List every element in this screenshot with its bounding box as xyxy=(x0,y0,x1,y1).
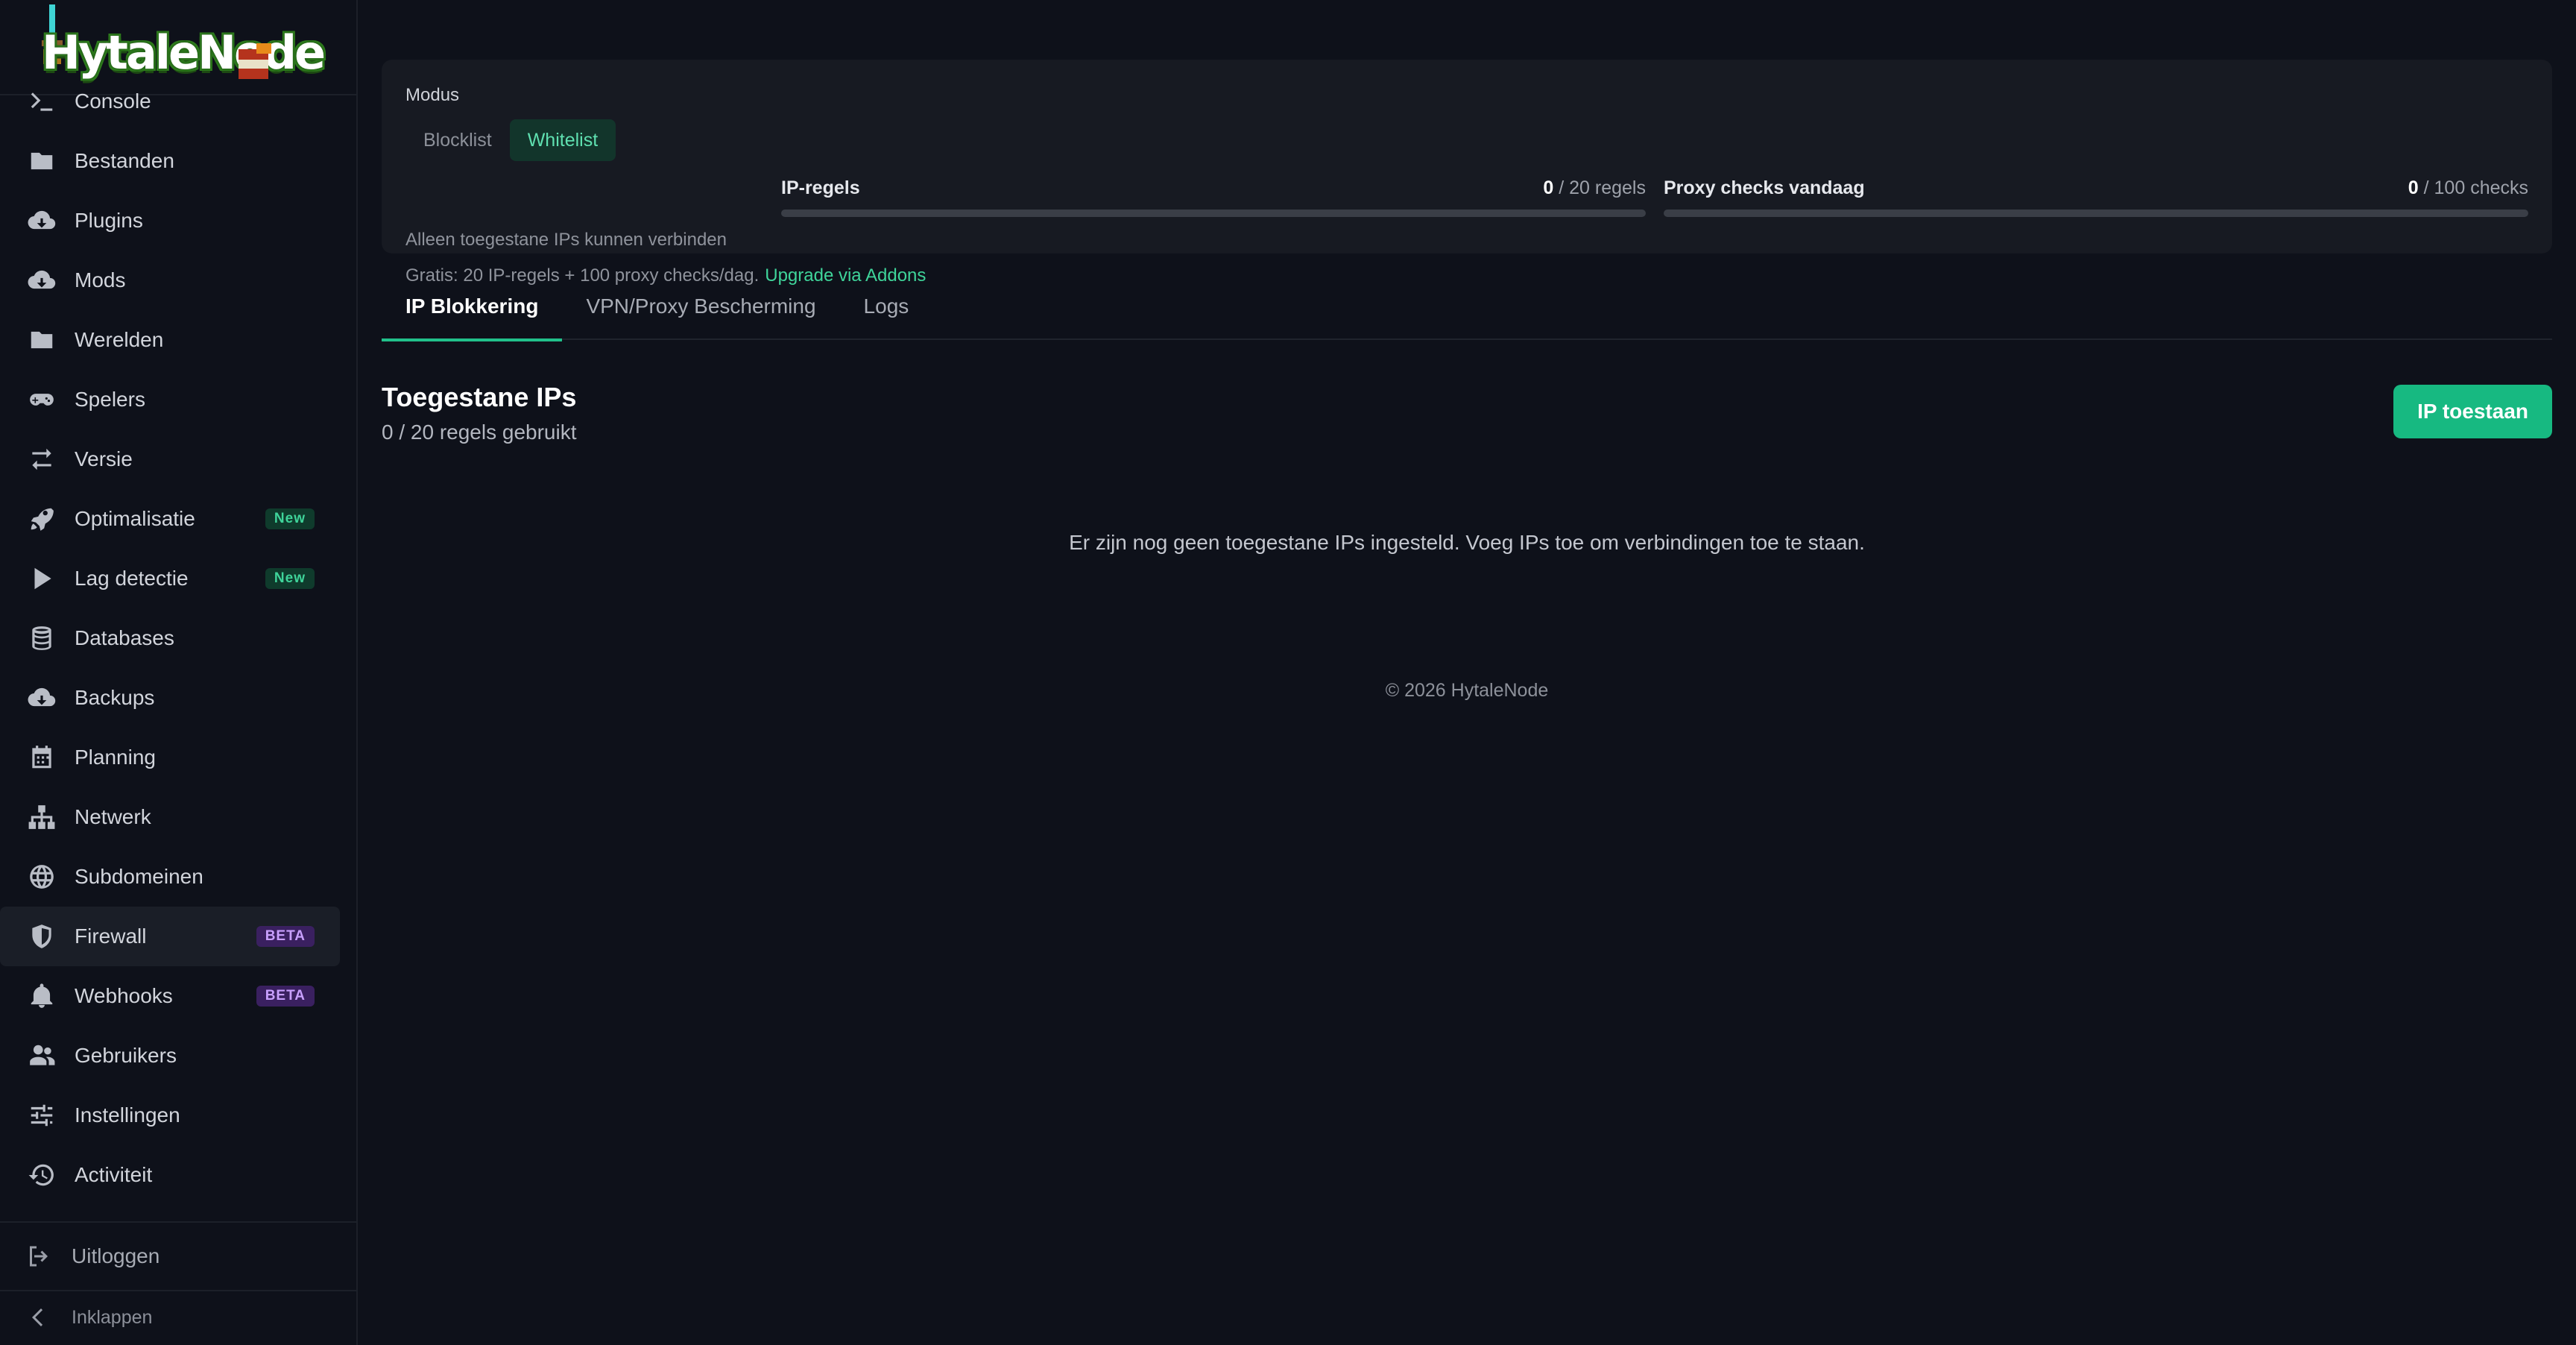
sidebar-item-subdomeinen[interactable]: Subdomeinen xyxy=(0,847,340,907)
tab-ip-blokkering[interactable]: IP Blokkering xyxy=(382,273,563,341)
ip-rules-label: IP-regels xyxy=(781,177,860,198)
sidebar-item-optimalisatie[interactable]: Optimalisatie New xyxy=(0,489,340,549)
rules-usage-text: 0 / 20 regels gebruikt xyxy=(382,420,577,444)
sidebar-item-label: Netwerk xyxy=(75,805,151,828)
sidebar-item-label: Mods xyxy=(75,268,126,292)
mode-title: Modus xyxy=(405,85,460,105)
tab-logs[interactable]: Logs xyxy=(840,273,933,340)
terminal-icon xyxy=(27,86,57,116)
sidebar-item-label: Databases xyxy=(75,626,174,649)
logout-label: Uitloggen xyxy=(72,1244,160,1267)
sidebar-item-mods[interactable]: Mods xyxy=(0,251,340,310)
sidebar-item-gebruikers[interactable]: Gebruikers xyxy=(0,1026,340,1086)
sidebar-item-label: Instellingen xyxy=(75,1103,180,1127)
sidebar-item-lag-detectie[interactable]: Lag detectie New xyxy=(0,549,340,608)
sidebar-item-firewall[interactable]: Firewall BETA xyxy=(0,907,340,966)
sidebar-footer: Uitloggen Inklappen xyxy=(0,1221,356,1344)
sidebar-nav: Console Bestanden Plugins Mods Werelden Spele… xyxy=(0,72,356,1205)
sidebar-item-backups[interactable]: Backups xyxy=(0,668,340,728)
section-title: Toegestane IPs xyxy=(382,382,577,412)
sidebar-item-versie[interactable]: Versie xyxy=(0,429,340,489)
sidebar-item-label: Subdomeinen xyxy=(75,865,203,888)
empty-state-message: Er zijn nog geen toegestane IPs ingestel… xyxy=(1069,531,1865,554)
bell-icon xyxy=(27,981,57,1011)
database-icon xyxy=(27,623,57,653)
copyright: © 2026 HytaleNode xyxy=(1385,680,1549,701)
shield-icon xyxy=(27,922,57,951)
proxy-checks-label: Proxy checks vandaag xyxy=(1664,177,1865,198)
chevron-left-icon xyxy=(32,1308,43,1326)
rocket-icon xyxy=(27,504,57,534)
globe-icon xyxy=(27,862,57,892)
sidebar-item-plugins[interactable]: Plugins xyxy=(0,191,340,251)
ip-rules-progress-track xyxy=(781,210,1646,217)
proxy-checks-progress-track xyxy=(1664,210,2528,217)
users-icon xyxy=(27,1041,57,1071)
sidebar-item-werelden[interactable]: Werelden xyxy=(0,310,340,370)
sidebar-item-label: Plugins xyxy=(75,209,143,232)
sidebar-item-label: Versie xyxy=(75,447,133,470)
sidebar-item-label: Planning xyxy=(75,746,156,769)
sidebar-item-databases[interactable]: Databases xyxy=(0,608,340,668)
collapse-sidebar-button[interactable]: Inklappen xyxy=(0,1290,356,1344)
sidebar-item-spelers[interactable]: Spelers xyxy=(0,370,340,429)
firewall-tabs: IP Blokkering VPN/Proxy Bescherming Logs xyxy=(382,273,2552,341)
sidebar-item-label: Activiteit xyxy=(75,1163,153,1186)
sidebar-item-bestanden[interactable]: Bestanden xyxy=(0,131,340,191)
history-icon xyxy=(27,1160,57,1190)
sidebar-item-webhooks[interactable]: Webhooks BETA xyxy=(0,966,340,1026)
ip-rules-value: 0 / 20 regels xyxy=(1543,177,1646,198)
mode-option-whitelist[interactable]: Whitelist xyxy=(509,119,616,161)
sidebar-item-label: Werelden xyxy=(75,328,164,351)
mode-option-blocklist[interactable]: Blocklist xyxy=(405,119,510,161)
beta-badge: BETA xyxy=(256,986,315,1007)
cloud-download-icon xyxy=(27,206,57,236)
network-icon xyxy=(27,802,57,832)
cloud-download-icon xyxy=(27,683,57,713)
sidebar-item-console[interactable]: Console xyxy=(0,72,340,131)
collapse-label: Inklappen xyxy=(72,1306,153,1328)
mode-description: Alleen toegestane IPs kunnen verbinden xyxy=(405,230,727,250)
gamepad-icon xyxy=(27,385,57,415)
proxy-checks-value: 0 / 100 checks xyxy=(2408,177,2528,198)
sidebar-item-label: Bestanden xyxy=(75,149,174,172)
new-badge: New xyxy=(265,508,315,529)
sidebar-item-instellingen[interactable]: Instellingen xyxy=(0,1086,340,1145)
swap-arrows-icon xyxy=(27,444,57,474)
folder-icon xyxy=(27,146,57,176)
tab-vpn-proxy[interactable]: VPN/Proxy Bescherming xyxy=(562,273,839,340)
sliders-icon xyxy=(27,1100,57,1130)
app-root: HytaleNode Console Bestanden Plugins Mods We… xyxy=(0,0,2576,1345)
sidebar-item-activiteit[interactable]: Activiteit xyxy=(0,1145,340,1205)
sidebar-item-label: Spelers xyxy=(75,388,145,411)
play-icon xyxy=(27,564,57,593)
sidebar: HytaleNode Console Bestanden Plugins Mods We… xyxy=(0,0,358,1345)
sidebar-item-label: Gebruikers xyxy=(75,1044,177,1067)
proxy-checks-meter: Proxy checks vandaag 0 / 100 checks xyxy=(1664,177,2528,222)
allow-ip-button[interactable]: IP toestaan xyxy=(2393,385,2552,438)
sidebar-item-netwerk[interactable]: Netwerk xyxy=(0,787,340,847)
logout-icon xyxy=(30,1246,48,1267)
calendar-icon xyxy=(27,743,57,772)
mode-segmented-control: Blocklist Whitelist xyxy=(405,119,616,161)
mode-card: Modus Blocklist Whitelist Alleen toegest… xyxy=(382,60,2552,286)
new-badge: New xyxy=(265,568,315,589)
main-content: Modus Blocklist Whitelist Alleen toegest… xyxy=(382,0,2552,1345)
sidebar-item-planning[interactable]: Planning xyxy=(0,728,340,787)
cloud-download-icon xyxy=(27,265,57,295)
logout-button[interactable]: Uitloggen xyxy=(0,1223,356,1290)
sidebar-item-label: Console xyxy=(75,89,151,113)
folder-icon xyxy=(27,325,57,355)
sidebar-item-label: Backups xyxy=(75,686,155,709)
beta-badge: BETA xyxy=(256,926,315,947)
ip-rules-meter: IP-regels 0 / 20 regels xyxy=(781,177,1646,222)
